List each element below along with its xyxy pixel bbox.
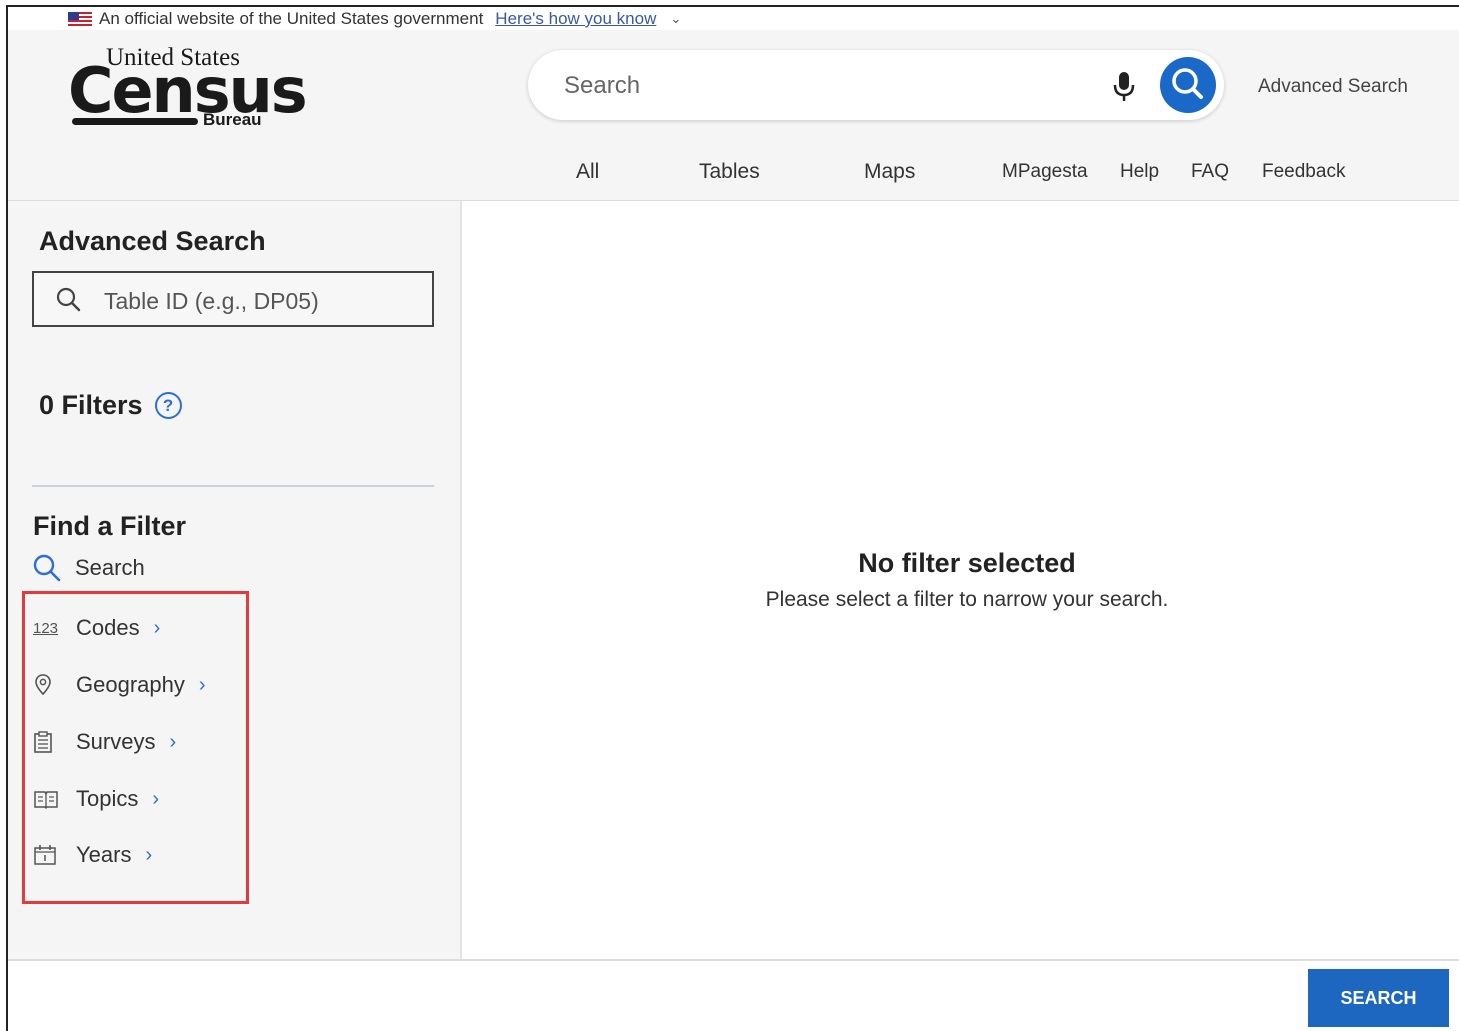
search-submit-button[interactable] [1160,57,1216,113]
sidebar-title: Advanced Search [39,226,266,256]
global-search-bar [528,50,1224,120]
logo-bureau: Bureau [203,110,262,129]
chevron-down-icon[interactable]: ⌄ [670,11,681,27]
find-filter-title: Find a Filter [33,511,187,541]
logo-census: Census [68,54,308,127]
feedback-link[interactable]: Feedback [1262,161,1345,183]
logo-underline [72,118,198,125]
help-link[interactable]: Help [1120,161,1159,183]
search-button[interactable]: SEARCH [1308,969,1449,1027]
us-flag-icon [68,11,92,27]
footer-divider [8,959,1459,961]
census-logo[interactable]: United States Census Bureau [68,44,308,156]
search-icon [33,554,61,582]
heres-how-you-know-link[interactable]: Here's how you know [495,9,656,29]
find-filter-search[interactable]: Search [33,554,145,582]
gov-banner-text: An official website of the United States… [99,9,484,28]
search-icon [1172,68,1203,99]
filters-count: 0 Filters ? [39,390,182,421]
help-icon[interactable]: ? [154,392,182,419]
empty-state-title: No filter selected [858,548,1076,578]
faq-link[interactable]: FAQ [1191,161,1229,183]
tab-all[interactable]: All [576,160,599,184]
table-id-input[interactable] [102,285,406,317]
tab-tables[interactable]: Tables [699,160,760,184]
advanced-search-link[interactable]: Advanced Search [1258,76,1408,98]
tab-pages[interactable]: MPagesta [1002,161,1088,183]
empty-state-subtitle: Please select a filter to narrow your se… [765,588,1169,611]
global-search-input[interactable] [562,68,1066,104]
tab-maps[interactable]: Maps [864,160,915,184]
gov-banner: An official website of the United States… [68,8,681,30]
sidebar-divider [32,485,434,487]
microphone-icon[interactable] [1112,70,1136,104]
search-icon [56,287,81,312]
find-filter-search-label: Search [75,555,145,580]
table-id-field[interactable] [32,271,434,327]
filters-count-label: 0 Filters [39,390,143,420]
filter-list-highlight [22,591,249,904]
